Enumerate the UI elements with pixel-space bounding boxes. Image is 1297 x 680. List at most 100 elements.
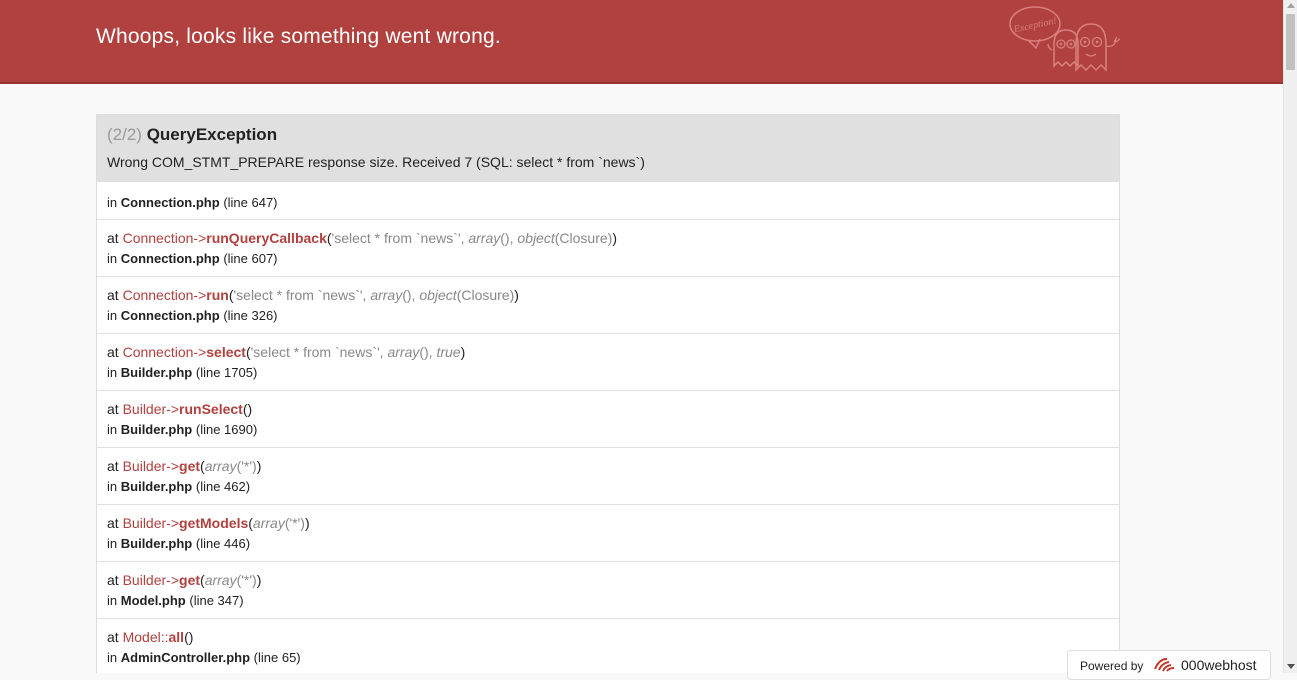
file-name: Connection.php	[120, 308, 220, 323]
in-label: in	[107, 536, 118, 551]
file-name: Builder.php	[120, 479, 193, 494]
frame-operator: ->	[166, 458, 180, 474]
frame-location: in Connection.php (line 607)	[107, 250, 1109, 267]
frame-argument: object	[419, 287, 457, 303]
frame-location: in Connection.php (line 326)	[107, 307, 1109, 324]
frame-argument: 'select * from `news`'	[233, 287, 363, 303]
000webhost-logo-icon	[1154, 658, 1175, 672]
host-name: 000webhost	[1181, 657, 1257, 673]
stack-frame-row: at Builder->get(array('*')) in Model.php …	[97, 561, 1119, 618]
frame-paren-close: )	[460, 344, 466, 360]
exception-header: (2/2) QueryException Wrong COM_STMT_PREP…	[97, 115, 1119, 181]
line-number: (line 607)	[223, 251, 278, 266]
frame-arguments: array('*')	[205, 572, 257, 588]
frame-class: Builder	[122, 401, 167, 417]
frame-operator: ->	[193, 287, 207, 303]
vertical-scrollbar[interactable]	[1283, 0, 1297, 673]
frame-paren-close: )	[247, 401, 253, 417]
in-label: in	[107, 195, 118, 210]
frame-argument: (),	[500, 230, 518, 246]
stack-frame-row: at Connection->runQueryCallback('select …	[97, 219, 1119, 276]
frame-paren-close: )	[188, 629, 194, 645]
scrollbar-thumb[interactable]	[1286, 14, 1295, 70]
frame-argument: true	[436, 344, 461, 360]
frame-argument: array	[204, 458, 237, 474]
frame-arguments: array('*')	[205, 458, 257, 474]
frame-argument: 'select * from `news`'	[331, 230, 461, 246]
frame-arguments: 'select * from `news`', array(), true	[251, 344, 461, 360]
svg-text:Exception!: Exception!	[1012, 16, 1058, 36]
file-name: AdminController.php	[120, 650, 251, 665]
line-number: (line 65)	[253, 650, 301, 665]
frame-arguments: 'select * from `news`', array(), object(…	[332, 230, 613, 246]
line-number: (line 1690)	[195, 422, 258, 437]
at-label: at	[107, 287, 119, 303]
frame-class: Connection	[122, 344, 194, 360]
frame-class: Connection	[122, 230, 194, 246]
stack-frame-row: at Model::all() in AdminController.php (l…	[97, 618, 1119, 673]
at-label: at	[107, 515, 119, 531]
frame-location: in Builder.php (line 1705)	[107, 364, 1109, 381]
at-label: at	[107, 629, 119, 645]
frame-argument: (),	[419, 344, 437, 360]
in-label: in	[107, 650, 118, 665]
frame-argument: array	[468, 230, 501, 246]
frame-location: in Model.php (line 347)	[107, 592, 1109, 609]
file-name: Builder.php	[120, 536, 193, 551]
frame-argument: object	[517, 230, 555, 246]
frame-paren-close: )	[514, 287, 519, 303]
in-label: in	[107, 365, 118, 380]
frame-call: at Connection->runQueryCallback('select …	[107, 229, 1109, 247]
exception-count: (2/2)	[107, 125, 142, 144]
frame-operator: ->	[166, 515, 180, 531]
frame-class: Builder	[122, 515, 167, 531]
frame-operator: ->	[166, 572, 180, 588]
frame-paren-close: )	[304, 515, 310, 531]
exception-name: QueryException	[146, 125, 278, 144]
frame-operator: ->	[193, 230, 207, 246]
frame-location: in AdminController.php (line 65)	[107, 649, 1109, 666]
line-number: (line 326)	[223, 308, 278, 323]
frame-class: Model	[122, 629, 161, 645]
frame-call: at Builder->get(array('*'))	[107, 457, 1109, 475]
stack-frame-row: at Builder->get(array('*')) in Builder.ph…	[97, 447, 1119, 504]
file-name: Connection.php	[120, 195, 220, 210]
at-label: at	[107, 230, 119, 246]
in-label: in	[107, 593, 118, 608]
stack-frame-row: at Connection->select('select * from `ne…	[97, 333, 1119, 390]
frame-argument: ('*')	[284, 515, 305, 531]
frame-argument: array	[387, 344, 420, 360]
frame-function: runSelect	[179, 401, 243, 417]
frame-class: Builder	[122, 458, 167, 474]
scroll-up-arrow-icon[interactable]	[1287, 3, 1295, 8]
frame-argument: ('*')	[236, 572, 257, 588]
powered-by-badge[interactable]: Powered by 000webhost	[1067, 650, 1271, 680]
frame-class: Connection	[122, 287, 194, 303]
frame-function: select	[206, 344, 246, 360]
scroll-down-arrow-icon[interactable]	[1287, 664, 1295, 669]
frame-argument: (Closure)	[554, 230, 613, 246]
frame-function: getModels	[179, 515, 249, 531]
frame-operator: ->	[193, 344, 207, 360]
stack-trace-list: at Connection->runQueryCallback('select …	[97, 219, 1119, 673]
frame-call: at Builder->runSelect()	[107, 400, 1109, 418]
at-label: at	[107, 344, 119, 360]
in-label: in	[107, 251, 118, 266]
frame-location: in Builder.php (line 1690)	[107, 421, 1109, 438]
file-name: Model.php	[120, 593, 186, 608]
at-label: at	[107, 401, 119, 417]
frame-call: at Connection->select('select * from `ne…	[107, 343, 1109, 361]
in-label: in	[107, 479, 118, 494]
frame-operator: ->	[166, 401, 180, 417]
header-bar: Whoops, looks like something went wrong.…	[0, 0, 1283, 84]
frame-function: all	[168, 629, 185, 645]
frame-arguments: array('*')	[253, 515, 305, 531]
frame-location: in Builder.php (line 446)	[107, 535, 1109, 552]
frame-call: at Builder->getModels(array('*'))	[107, 514, 1109, 532]
in-label: in	[107, 422, 118, 437]
frame-call: at Builder->get(array('*'))	[107, 571, 1109, 589]
powered-by-label: Powered by	[1080, 659, 1144, 673]
page-title: Whoops, looks like something went wrong.	[96, 25, 501, 48]
frame-function: runQueryCallback	[206, 230, 327, 246]
exception-panel: (2/2) QueryException Wrong COM_STMT_PREP…	[96, 114, 1120, 673]
